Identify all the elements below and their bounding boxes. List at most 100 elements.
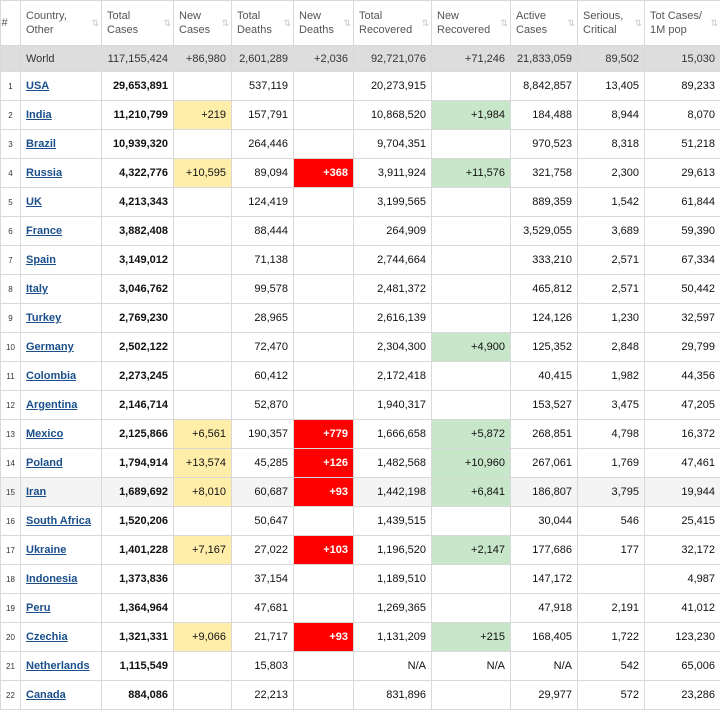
sort-arrows-icon[interactable]: ⇅: [221, 18, 229, 28]
serious-critical-cell: 2,191: [577, 593, 645, 623]
serious-critical-cell: 2,300: [577, 158, 645, 188]
total-deaths-cell: 157,791: [231, 100, 294, 130]
rank-cell: 13: [0, 419, 21, 449]
country-link[interactable]: Netherlands: [26, 660, 90, 672]
serious-critical-cell: 3,689: [577, 216, 645, 246]
header-country[interactable]: Country, Other ⇅: [20, 0, 102, 46]
header-new-deaths[interactable]: New Deaths ⇅: [293, 0, 354, 46]
total-cases-cell: 1,401,228: [101, 535, 174, 565]
country-link[interactable]: Colombia: [26, 370, 76, 382]
country-link[interactable]: Argentina: [26, 399, 77, 411]
new-recovered-cell: [431, 506, 511, 536]
total-recovered-cell: 1,269,365: [353, 593, 432, 623]
header-total-cases[interactable]: Total Cases ⇅: [101, 0, 174, 46]
header-serious-critical[interactable]: Serious, Critical ⇅: [577, 0, 645, 46]
active-cases-cell: 970,523: [510, 129, 578, 159]
country-cell: Netherlands: [20, 651, 102, 681]
country-link[interactable]: Italy: [26, 283, 48, 295]
country-link[interactable]: Germany: [26, 341, 74, 353]
country-link[interactable]: Russia: [26, 167, 62, 179]
header-new-recovered[interactable]: New Recovered ⇅: [431, 0, 511, 46]
total-recovered-cell: 2,616,139: [353, 303, 432, 333]
country-link[interactable]: Brazil: [26, 138, 56, 150]
active-cases-cell: 186,807: [510, 477, 578, 507]
new-deaths-cell: [293, 100, 354, 130]
table-row: 19 Peru 1,364,964 47,681 1,269,365 47,918 2,19…: [0, 593, 720, 623]
total-deaths-cell: 52,870: [231, 390, 294, 420]
total-recovered-cell: 1,442,198: [353, 477, 432, 507]
new-recovered-cell: [431, 71, 511, 101]
world-rank-cell: [0, 45, 21, 72]
active-cases-cell: 147,172: [510, 564, 578, 594]
table-row: 7 Spain 3,149,012 71,138 2,744,664 333,210 2,5…: [0, 245, 720, 275]
sort-arrows-icon[interactable]: ⇅: [343, 18, 351, 28]
table-row: 11 Colombia 2,273,245 60,412 2,172,418 40,415…: [0, 361, 720, 391]
country-link[interactable]: Turkey: [26, 312, 61, 324]
country-link[interactable]: Indonesia: [26, 573, 77, 585]
country-link[interactable]: Peru: [26, 602, 50, 614]
tot-cases-1m-cell: 19,944: [644, 477, 720, 507]
serious-critical-cell: 2,848: [577, 332, 645, 362]
country-cell: UK: [20, 187, 102, 217]
new-recovered-cell: +10,960: [431, 448, 511, 478]
header-new-cases[interactable]: New Cases ⇅: [173, 0, 232, 46]
serious-critical-cell: 1,542: [577, 187, 645, 217]
active-cases-cell: 8,842,857: [510, 71, 578, 101]
sort-arrows-icon[interactable]: ⇅: [567, 18, 575, 28]
tot-cases-1m-cell: 44,356: [644, 361, 720, 391]
country-cell: Turkey: [20, 303, 102, 333]
country-link[interactable]: UK: [26, 196, 42, 208]
covid-stats-table: # Country, Other ⇅ Total Cases ⇅ New Cases…: [0, 0, 720, 710]
sort-arrows-icon[interactable]: ⇅: [163, 18, 171, 28]
tot-cases-1m-cell: 61,844: [644, 187, 720, 217]
total-cases-cell: 10,939,320: [101, 129, 174, 159]
sort-arrows-icon[interactable]: ⇅: [500, 18, 508, 28]
table-row: 10 Germany 2,502,122 72,470 2,304,300 +4,900 1…: [0, 332, 720, 362]
serious-critical-cell: 8,944: [577, 100, 645, 130]
total-recovered-cell: 264,909: [353, 216, 432, 246]
rank-cell: 8: [0, 274, 21, 304]
sort-arrows-icon[interactable]: ⇅: [710, 18, 718, 28]
total-recovered-cell: 1,439,515: [353, 506, 432, 536]
header-total-deaths[interactable]: Total Deaths ⇅: [231, 0, 294, 46]
header-tot-cases-1m[interactable]: Tot Cases/ 1M pop ⇅: [644, 0, 720, 46]
sort-arrows-icon[interactable]: ⇅: [634, 18, 642, 28]
country-link[interactable]: India: [26, 109, 52, 121]
new-recovered-cell: [431, 680, 511, 710]
country-cell: Poland: [20, 448, 102, 478]
sort-arrows-icon[interactable]: ⇅: [421, 18, 429, 28]
country-link[interactable]: France: [26, 225, 62, 237]
country-link[interactable]: Ukraine: [26, 544, 66, 556]
new-cases-cell: [173, 129, 232, 159]
country-link[interactable]: Mexico: [26, 428, 63, 440]
country-link[interactable]: USA: [26, 80, 49, 92]
header-row: # Country, Other ⇅ Total Cases ⇅ New Cases…: [0, 0, 720, 46]
world-tot-cases-1m-cell: 15,030: [644, 45, 720, 72]
active-cases-cell: 30,044: [510, 506, 578, 536]
new-recovered-cell: [431, 303, 511, 333]
tot-cases-1m-cell: 16,372: [644, 419, 720, 449]
sort-arrows-icon[interactable]: ⇅: [283, 18, 291, 28]
country-cell: Italy: [20, 274, 102, 304]
total-cases-cell: 3,882,408: [101, 216, 174, 246]
header-active-cases[interactable]: Active Cases ⇅: [510, 0, 578, 46]
total-deaths-cell: 28,965: [231, 303, 294, 333]
country-link[interactable]: Czechia: [26, 631, 68, 643]
country-link[interactable]: Iran: [26, 486, 46, 498]
serious-critical-cell: 3,795: [577, 477, 645, 507]
total-deaths-cell: 50,647: [231, 506, 294, 536]
total-recovered-cell: 2,304,300: [353, 332, 432, 362]
new-cases-cell: [173, 651, 232, 681]
country-link[interactable]: South Africa: [26, 515, 91, 527]
sort-arrows-icon[interactable]: ⇅: [91, 18, 99, 28]
tot-cases-1m-cell: 29,799: [644, 332, 720, 362]
header-total-recovered[interactable]: Total Recovered ⇅: [353, 0, 432, 46]
country-link[interactable]: Canada: [26, 689, 66, 701]
rank-cell: 21: [0, 651, 21, 681]
total-recovered-cell: 1,940,317: [353, 390, 432, 420]
country-link[interactable]: Poland: [26, 457, 63, 469]
country-link[interactable]: Spain: [26, 254, 56, 266]
total-deaths-cell: 264,446: [231, 129, 294, 159]
new-deaths-cell: +126: [293, 448, 354, 478]
active-cases-cell: 267,061: [510, 448, 578, 478]
